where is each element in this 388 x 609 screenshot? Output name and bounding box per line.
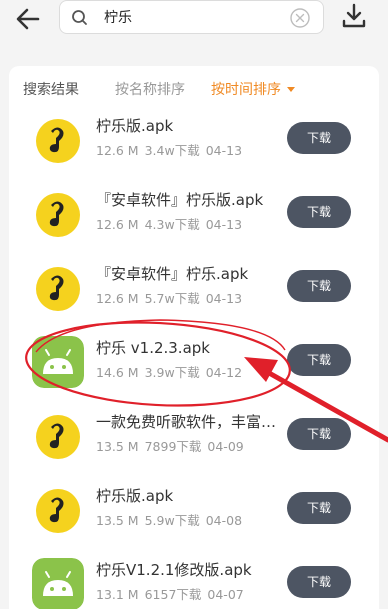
download-icon	[342, 3, 366, 28]
item-meta: 12.6 M 4.3w下载 04-13	[96, 216, 248, 234]
result-list: 柠乐版.apk 12.6 M 3.4w下载 04-13 下载 『安卓软件』柠乐版.a…	[9, 108, 379, 609]
list-item[interactable]: 『安卓软件』柠乐版.apk 12.6 M 4.3w下载 04-13 下载	[9, 182, 379, 256]
item-date: 04-13	[205, 217, 243, 232]
tab-sort-by-time[interactable]: 按时间排序	[211, 79, 295, 101]
search-input[interactable]: 柠乐	[59, 0, 324, 34]
list-item[interactable]: 『安卓软件』柠乐.apk 12.6 M 5.7w下载 04-13 下载	[9, 256, 379, 330]
clear-icon[interactable]	[289, 7, 311, 29]
item-title: 『安卓软件』柠乐.apk	[96, 265, 249, 283]
item-size: 12.6 M	[96, 143, 139, 158]
download-button[interactable]: 下载	[287, 492, 351, 524]
item-meta: 13.5 M 7899下载 04-09	[96, 438, 250, 456]
sort-tabs: 搜索结果 按名称排序 按时间排序	[23, 79, 363, 101]
item-meta: 12.6 M 3.4w下载 04-13	[96, 142, 248, 160]
yellow-music-app-icon	[32, 114, 84, 166]
item-size: 13.5 M	[96, 513, 139, 528]
back-arrow-icon	[16, 8, 40, 30]
item-meta: 14.6 M 3.9w下载 04-12	[96, 364, 248, 382]
search-query: 柠乐	[104, 10, 132, 26]
yellow-music-app-icon	[32, 410, 84, 462]
search-icon	[72, 10, 87, 25]
item-downloads: 6157下载	[144, 587, 202, 602]
download-button[interactable]: 下载	[287, 196, 351, 228]
item-downloads: 7899下载	[144, 439, 202, 454]
top-bar: 柠乐	[0, 0, 388, 50]
download-button[interactable]: 下载	[287, 270, 351, 302]
item-downloads: 3.4w下载	[144, 143, 200, 158]
yellow-music-app-icon	[32, 262, 84, 314]
item-date: 04-07	[207, 587, 244, 602]
list-item[interactable]: 柠乐版.apk 13.5 M 5.9w下载 04-08 下载	[9, 478, 379, 552]
item-downloads: 5.9w下载	[144, 513, 200, 528]
item-title: 柠乐 v1.2.3.apk	[96, 339, 210, 357]
item-downloads: 3.9w下载	[144, 365, 200, 380]
yellow-music-app-icon	[32, 484, 84, 536]
item-downloads: 4.3w下载	[144, 217, 200, 232]
item-title: 『安卓软件』柠乐版.apk	[96, 191, 264, 209]
item-size: 13.1 M	[96, 587, 139, 602]
item-title: 柠乐版.apk	[96, 117, 174, 135]
tab-sort-by-name[interactable]: 按名称排序	[115, 79, 185, 101]
item-size: 13.5 M	[96, 439, 139, 454]
item-title: 一款免费听歌软件，丰富…	[96, 413, 277, 431]
results-card: 搜索结果 按名称排序 按时间排序 柠乐版.apk 12.6 M 3.4w下载 04-…	[9, 66, 379, 609]
list-item[interactable]: 柠乐V1.2.1修改版.apk 13.1 M 6157下载 04-07 下载	[9, 552, 379, 609]
item-title: 柠乐V1.2.1修改版.apk	[96, 561, 252, 579]
download-button[interactable]: 下载	[287, 122, 351, 154]
item-date: 04-13	[205, 143, 243, 158]
item-date: 04-09	[207, 439, 244, 454]
item-date: 04-12	[205, 365, 243, 380]
item-date: 04-08	[205, 513, 243, 528]
android-icon	[32, 558, 84, 609]
download-button[interactable]: 下载	[287, 418, 351, 450]
tab-search-results[interactable]: 搜索结果	[23, 79, 79, 101]
item-meta: 13.1 M 6157下载 04-07	[96, 586, 250, 604]
android-icon	[32, 336, 84, 388]
downloads-button[interactable]	[340, 2, 368, 30]
tab-sort-by-time-label: 按时间排序	[211, 82, 281, 98]
item-title: 柠乐版.apk	[96, 487, 174, 505]
item-meta: 12.6 M 5.7w下载 04-13	[96, 290, 248, 308]
item-meta: 13.5 M 5.9w下载 04-08	[96, 512, 248, 530]
back-button[interactable]	[12, 4, 46, 34]
list-item[interactable]: 柠乐版.apk 12.6 M 3.4w下载 04-13 下载	[9, 108, 379, 182]
download-button[interactable]: 下载	[287, 566, 351, 598]
list-item[interactable]: 一款免费听歌软件，丰富… 13.5 M 7899下载 04-09 下载	[9, 404, 379, 478]
item-downloads: 5.7w下载	[144, 291, 200, 306]
download-button[interactable]: 下载	[287, 344, 351, 376]
item-size: 12.6 M	[96, 217, 139, 232]
caret-down-icon	[287, 87, 295, 92]
list-item[interactable]: 柠乐 v1.2.3.apk 14.6 M 3.9w下载 04-12 下载	[9, 330, 379, 404]
item-size: 12.6 M	[96, 291, 139, 306]
yellow-music-app-icon	[32, 188, 84, 240]
item-size: 14.6 M	[96, 365, 139, 380]
item-date: 04-13	[205, 291, 243, 306]
